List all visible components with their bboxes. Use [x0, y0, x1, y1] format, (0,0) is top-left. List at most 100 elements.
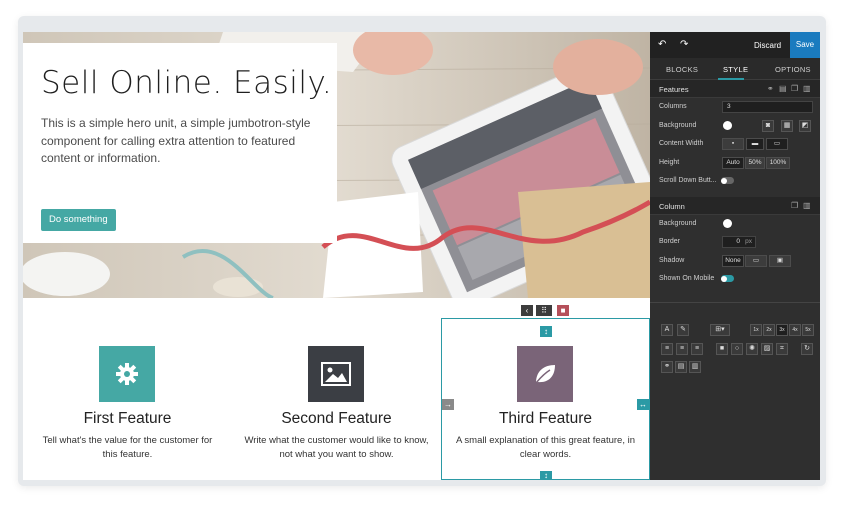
resize-top-icon[interactable]: ↕ — [540, 326, 552, 337]
save-button[interactable]: Save — [790, 32, 820, 58]
undo-icon[interactable]: ↶ — [658, 39, 666, 50]
color-picker[interactable] — [723, 121, 732, 130]
move-handle-icon[interactable]: ⠿ — [536, 305, 552, 316]
gear-icon — [99, 346, 155, 402]
panel-tabs: BLOCKS STYLE OPTIONS — [650, 58, 820, 80]
columns-label: Columns — [659, 103, 687, 110]
editor-panel: ↶ ↷ Discard Save BLOCKS STYLE OPTIONS Fe… — [650, 32, 820, 480]
duplicate-icon[interactable]: ❐ — [791, 201, 798, 210]
height-50-button[interactable]: 50% — [745, 156, 765, 169]
background-label: Background — [659, 121, 697, 129]
shape-icon[interactable]: ◩ — [799, 119, 811, 132]
website-canvas: Sell Online. Easily. This is a simple he… — [23, 32, 650, 480]
arrow-right-icon[interactable]: → — [442, 399, 454, 410]
delete-icon[interactable]: ▥ — [803, 201, 811, 210]
border-label: Border — [659, 238, 681, 245]
shadow-row: Shadow None ▭ ▣ — [650, 252, 820, 271]
picture-icon — [308, 346, 364, 402]
file-icon[interactable]: ▤ — [675, 361, 687, 373]
brush-icon[interactable]: ✎ — [677, 324, 689, 336]
feature-card[interactable]: First Feature Tell what's the value for … — [23, 298, 232, 480]
height-100-button[interactable]: 100% — [766, 156, 790, 169]
shadow-outset-button[interactable]: ▭ — [745, 254, 767, 267]
border-unit: px — [745, 238, 752, 245]
redo-icon[interactable]: ↷ — [680, 39, 688, 50]
feature-title: Second Feature — [281, 410, 392, 427]
video-icon[interactable]: ▦ — [781, 119, 793, 132]
align-left-icon[interactable]: ≡ — [661, 343, 673, 355]
shown-on-mobile-label: Shown On Mobile — [659, 275, 715, 282]
align-right-icon[interactable]: ≡ — [691, 343, 703, 355]
remove-icon[interactable]: ▥ — [689, 361, 701, 373]
border-width-input[interactable]: 0 px — [722, 236, 756, 248]
image-icon[interactable]: ▨ — [761, 343, 773, 355]
narrow-width-button[interactable]: ▪ — [722, 138, 744, 150]
size-5x-button[interactable]: 5x — [802, 324, 814, 336]
chevron-left-icon[interactable]: ‹ — [521, 305, 533, 316]
full-width-button[interactable]: ▭ — [766, 138, 788, 150]
feature-title: First Feature — [83, 410, 172, 427]
scroll-down-label: Scroll Down Butt... — [659, 177, 717, 184]
column-section-title: Column — [659, 201, 685, 211]
column-background-row: Background — [650, 215, 820, 234]
feature-description: A small explanation of this great featur… — [455, 435, 636, 460]
feature-description: Write what the customer would like to kn… — [244, 435, 429, 460]
scroll-down-row: Scroll Down Butt... — [650, 172, 820, 191]
columns-select[interactable]: 3 — [722, 101, 813, 113]
save-block-icon[interactable]: ▤ — [779, 84, 787, 93]
feature-description: Tell what's the value for the customer f… — [42, 435, 213, 460]
content-width-label: Content Width — [659, 140, 704, 147]
shown-on-mobile-toggle[interactable] — [721, 275, 734, 282]
size-1x-button[interactable]: 1x — [750, 324, 762, 336]
hero-title: Sell Online. Easily. — [41, 65, 333, 101]
shadow-none-button[interactable]: None — [722, 254, 744, 267]
shown-on-mobile-row: Shown On Mobile — [650, 270, 820, 289]
features-section-title: Features — [659, 85, 689, 94]
crop-icon[interactable]: ⌗ — [776, 343, 788, 355]
tab-style[interactable]: STYLE — [723, 65, 748, 74]
duplicate-icon[interactable]: ❐ — [791, 84, 798, 93]
text-toolbar: A ✎ ⊞▾ 1x 2x 3x 4x 5x ≡ ≡ ≡ ■ ○ ✺ ▨ ⌗ ↻ … — [650, 302, 820, 382]
panel-topbar: ↶ ↷ Discard Save — [650, 32, 820, 58]
text-color-icon[interactable]: A — [661, 324, 673, 336]
tab-options[interactable]: OPTIONS — [775, 65, 811, 74]
features-section-header: Features ⚭ ▤ ❐ ▥ — [650, 80, 820, 98]
feature-card[interactable]: Second Feature Write what the customer w… — [232, 298, 441, 480]
shadow-label: Shadow — [659, 256, 685, 264]
resize-bottom-icon[interactable]: ↕ — [540, 471, 552, 480]
feature-title: Third Feature — [498, 410, 593, 427]
insert-dropdown-icon[interactable]: ⊞▾ — [710, 324, 730, 336]
discard-button[interactable]: Discard — [754, 41, 781, 50]
trash-icon[interactable]: ■ — [557, 305, 569, 316]
camera-icon[interactable]: ◙ — [762, 119, 774, 132]
size-3x-button[interactable]: 3x — [776, 324, 788, 336]
height-label: Height — [659, 158, 680, 166]
column-background-label: Background — [659, 219, 697, 227]
tab-blocks[interactable]: BLOCKS — [666, 65, 698, 74]
height-auto-button[interactable]: Auto — [722, 156, 744, 169]
column-color-picker[interactable] — [723, 219, 732, 228]
square-shape-icon[interactable]: ■ — [716, 343, 728, 355]
spin-icon[interactable]: ✺ — [746, 343, 758, 355]
hero-card: Sell Online. Easily. This is a simple he… — [23, 43, 337, 243]
link-icon[interactable]: ⚭ — [767, 84, 774, 93]
size-2x-button[interactable]: 2x — [763, 324, 775, 336]
delete-icon[interactable]: ▥ — [803, 84, 811, 93]
content-width-row: Content Width ▪ ▬ ▭ — [650, 135, 820, 154]
refresh-icon[interactable]: ↻ — [801, 343, 813, 355]
border-row: Border 0 px — [650, 233, 820, 252]
hero-section[interactable]: Sell Online. Easily. This is a simple he… — [23, 32, 650, 298]
shadow-inset-button[interactable]: ▣ — [769, 254, 791, 267]
do-something-button[interactable]: Do something — [41, 209, 116, 231]
link-icon[interactable]: ⚭ — [661, 361, 673, 373]
size-4x-button[interactable]: 4x — [789, 324, 801, 336]
circle-shape-icon[interactable]: ○ — [731, 343, 743, 355]
features-section[interactable]: First Feature Tell what's the value for … — [23, 298, 650, 480]
background-row: Background ◙ ▦ ◩ — [650, 117, 820, 136]
align-center-icon[interactable]: ≡ — [676, 343, 688, 355]
height-row: Height Auto 50% 100% — [650, 154, 820, 173]
resize-horizontal-icon[interactable]: ↔ — [637, 399, 649, 410]
scroll-down-toggle[interactable] — [721, 177, 734, 184]
columns-row: Columns 3 — [650, 98, 820, 117]
container-width-button[interactable]: ▬ — [746, 138, 764, 150]
